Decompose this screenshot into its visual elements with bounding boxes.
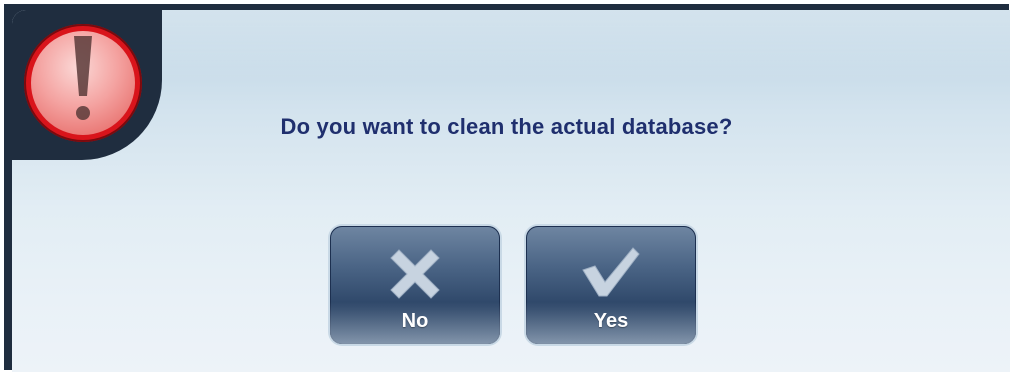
- yes-button[interactable]: Yes: [526, 226, 696, 344]
- screen: Do you want to clean the actual database…: [0, 0, 1013, 374]
- dialog-message: Do you want to clean the actual database…: [280, 114, 733, 139]
- no-button-label: No: [401, 310, 429, 332]
- x-cross-icon: [387, 244, 443, 305]
- checkmark-icon: [579, 244, 643, 305]
- confirm-dialog: [12, 10, 1010, 372]
- yes-button-label: Yes: [593, 310, 629, 332]
- no-button[interactable]: No: [330, 226, 500, 344]
